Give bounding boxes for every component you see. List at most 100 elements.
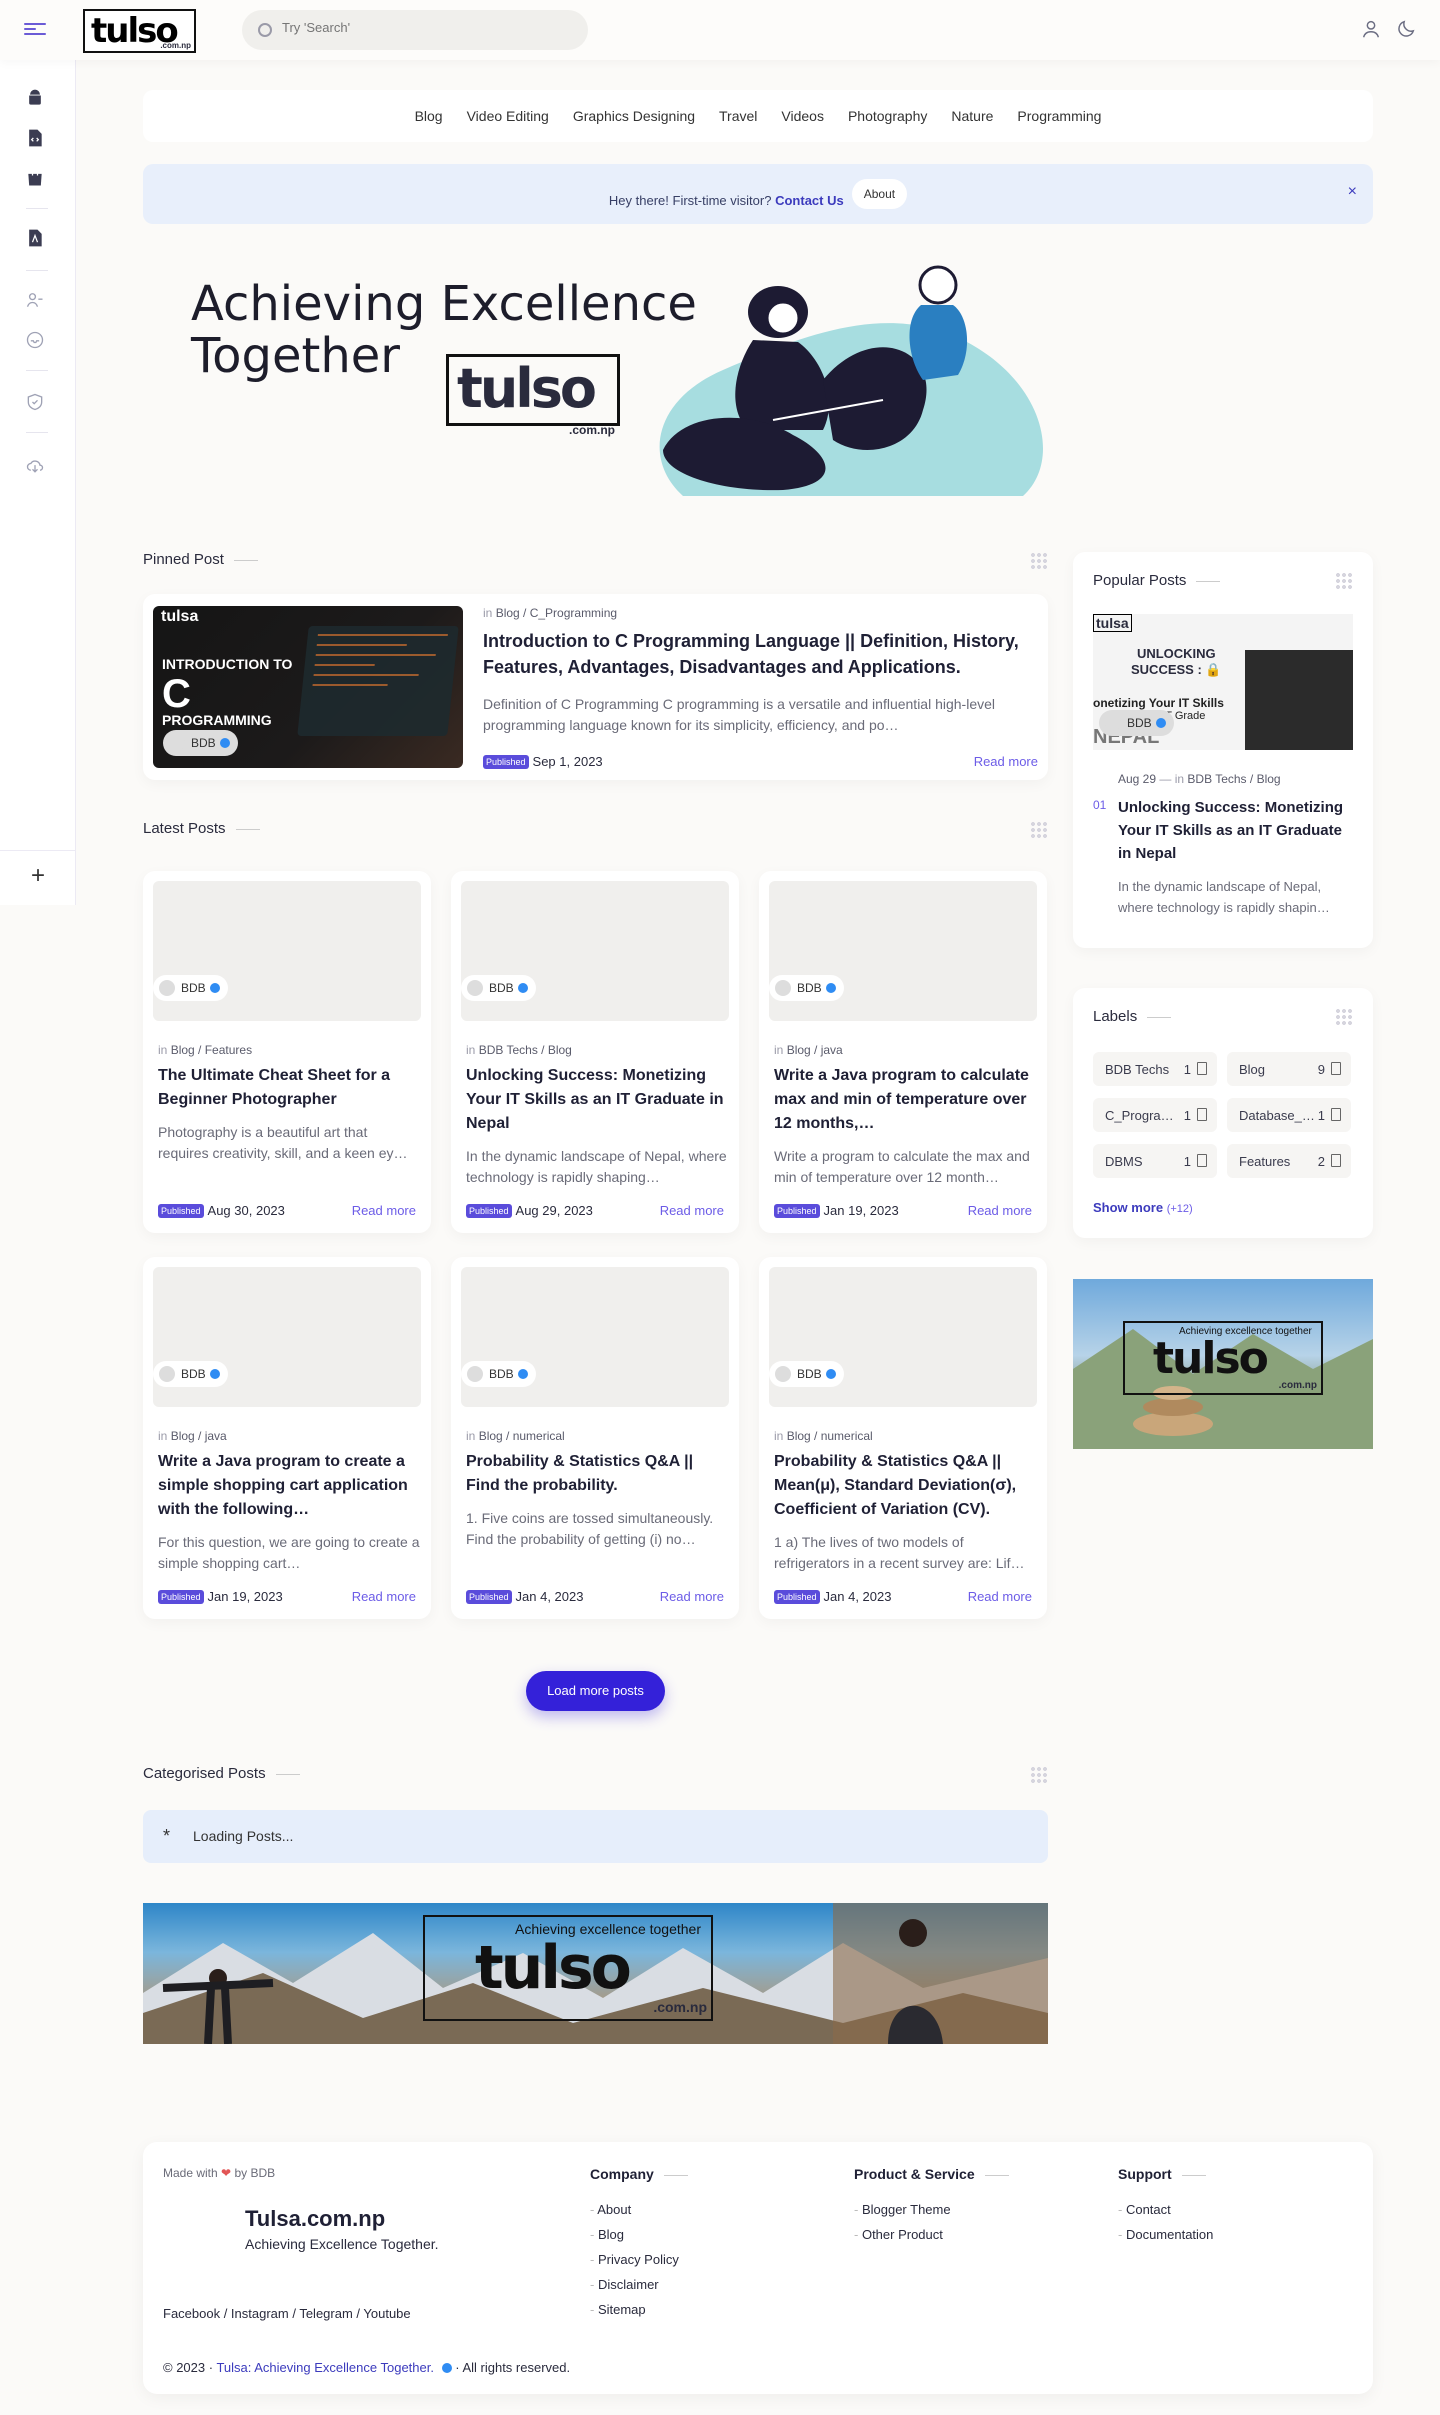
- author-chip[interactable]: BDB: [769, 1361, 844, 1387]
- read-more-link[interactable]: Read more: [974, 754, 1038, 769]
- post-card[interactable]: BDB in BDB Techs / Blog Unlocking Succes…: [451, 871, 739, 1233]
- author-photo: [1245, 650, 1353, 750]
- post-card[interactable]: BDB in Blog / numerical Probability & St…: [451, 1257, 739, 1619]
- pdf-file-icon[interactable]: [25, 228, 45, 248]
- label-item[interactable]: DBMS 1: [1093, 1144, 1217, 1178]
- footer-link[interactable]: About: [590, 2202, 631, 2217]
- post-title[interactable]: Probability & Statistics Q&A || Find the…: [466, 1450, 728, 1498]
- post-title[interactable]: The Ultimate Cheat Sheet for a Beginner …: [158, 1064, 420, 1112]
- read-more-link[interactable]: Read more: [352, 1589, 416, 1604]
- label-item[interactable]: Blog 9: [1227, 1052, 1351, 1086]
- about-button[interactable]: About: [851, 179, 908, 209]
- verified-icon: [517, 983, 528, 993]
- drag-handle-icon[interactable]: [1030, 552, 1048, 570]
- author-chip[interactable]: BDB: [153, 975, 228, 1001]
- drag-handle-icon[interactable]: [1030, 821, 1048, 839]
- author-chip[interactable]: BDB: [163, 730, 238, 756]
- footer-link[interactable]: Contact: [1118, 2202, 1171, 2217]
- drag-handle-icon[interactable]: [1335, 1008, 1353, 1026]
- code-file-icon[interactable]: [25, 128, 45, 148]
- copyright: © 2023 · Tulsa: Achieving Excellence Tog…: [163, 2360, 571, 2375]
- footer-link[interactable]: Blogger Theme: [854, 2202, 951, 2217]
- user-icon[interactable]: [1360, 18, 1382, 40]
- contact-us-link[interactable]: Contact Us: [775, 193, 844, 208]
- inbox-icon[interactable]: [25, 330, 45, 350]
- search-box[interactable]: [242, 10, 588, 50]
- nav-item[interactable]: Nature: [951, 108, 993, 124]
- site-logo[interactable]: tulso .com.np: [83, 9, 196, 53]
- post-excerpt: For this question, we are going to creat…: [158, 1534, 420, 1571]
- author-chip[interactable]: BDB: [461, 975, 536, 1001]
- post-thumbnail[interactable]: tulsa INTRODUCTION TO C PROGRAMMING BDB: [153, 606, 463, 768]
- author-chip[interactable]: BDB: [153, 1361, 228, 1387]
- nav-item[interactable]: Blog: [415, 108, 443, 124]
- side-ad-banner[interactable]: Achieving excellence together tulso .com…: [1073, 1279, 1373, 1449]
- post-excerpt: Definition of C Programming C programmin…: [483, 696, 996, 733]
- label-item[interactable]: BDB Techs 1: [1093, 1052, 1217, 1086]
- label-item[interactable]: Features 2: [1227, 1144, 1351, 1178]
- post-thumbnail[interactable]: tulsa UNLOCKING SUCCESS : 🔒 onetizing You…: [1093, 614, 1353, 750]
- made-with-text: Made with ❤ by BDB: [163, 2166, 276, 2180]
- drag-handle-icon[interactable]: [1335, 572, 1353, 590]
- footer-site-name[interactable]: Tulsa.com.np: [245, 2206, 385, 2232]
- post-card[interactable]: BDB in Blog / java Write a Java program …: [759, 871, 1047, 1233]
- post-title[interactable]: Unlocking Success: Monetizing Your IT Sk…: [466, 1064, 728, 1136]
- label-item[interactable]: Database_… 1: [1227, 1098, 1351, 1132]
- post-card[interactable]: BDB in Blog / Features The Ultimate Chea…: [143, 871, 431, 1233]
- nav-item[interactable]: Programming: [1017, 108, 1101, 124]
- read-more-link[interactable]: Read more: [660, 1589, 724, 1604]
- copyright-link[interactable]: Tulsa: Achieving Excellence Together.: [216, 2360, 434, 2375]
- labels-widget: Labels BDB Techs 1 Blog 9 C_Progra… 1 Datab…: [1073, 988, 1373, 1238]
- shopping-bag-icon[interactable]: [25, 168, 45, 188]
- bookmark-icon: [1331, 1154, 1341, 1167]
- load-more-button[interactable]: Load more posts: [526, 1671, 665, 1711]
- read-more-link[interactable]: Read more: [968, 1589, 1032, 1604]
- nav-item[interactable]: Photography: [848, 108, 927, 124]
- post-title[interactable]: Unlocking Success: Monetizing Your IT Sk…: [1118, 796, 1358, 865]
- hero-banner[interactable]: Achieving Excellence Together tulso .com.n…: [143, 250, 1063, 496]
- footer-link[interactable]: Sitemap: [590, 2302, 646, 2317]
- footer-link[interactable]: Documentation: [1118, 2227, 1213, 2242]
- nav-item[interactable]: Video Editing: [467, 108, 549, 124]
- pinned-post[interactable]: tulsa INTRODUCTION TO C PROGRAMMING BDB …: [143, 594, 1048, 780]
- footer-link[interactable]: Blog: [590, 2227, 624, 2242]
- read-more-link[interactable]: Read more: [352, 1203, 416, 1218]
- author-chip[interactable]: BDB: [1099, 710, 1174, 736]
- add-button[interactable]: +: [0, 850, 76, 905]
- users-icon[interactable]: [25, 290, 45, 310]
- read-more-link[interactable]: Read more: [968, 1203, 1032, 1218]
- show-more-link[interactable]: Show more (+12): [1093, 1200, 1193, 1215]
- footer-link[interactable]: Privacy Policy: [590, 2252, 679, 2267]
- post-excerpt: Write a program to calculate the max and…: [774, 1148, 1030, 1185]
- post-title[interactable]: Probability & Statistics Q&A || Mean(μ),…: [774, 1450, 1036, 1522]
- status-badge: Published: [466, 1590, 512, 1604]
- footer-link[interactable]: Other Product: [854, 2227, 943, 2242]
- post-card[interactable]: BDB in Blog / java Write a Java program …: [143, 1257, 431, 1619]
- nav-item[interactable]: Videos: [781, 108, 824, 124]
- read-more-link[interactable]: Read more: [660, 1203, 724, 1218]
- rail-divider: [26, 370, 48, 371]
- verified-icon: [209, 1369, 220, 1379]
- cloud-download-icon[interactable]: [25, 456, 45, 476]
- nav-item[interactable]: Travel: [719, 108, 757, 124]
- post-title[interactable]: Write a Java program to calculate max an…: [774, 1064, 1036, 1136]
- wide-ad-banner[interactable]: Achieving excellence together tulso .com…: [143, 1903, 1048, 2044]
- social-links[interactable]: Facebook / Instagram / Telegram / Youtub…: [163, 2306, 411, 2321]
- close-icon[interactable]: ×: [1348, 183, 1357, 201]
- post-title[interactable]: Introduction to C Programming Language |…: [483, 628, 1033, 680]
- label-item[interactable]: C_Progra… 1: [1093, 1098, 1217, 1132]
- drag-handle-icon[interactable]: [1030, 1766, 1048, 1784]
- nav-item[interactable]: Graphics Designing: [573, 108, 695, 124]
- dark-mode-icon[interactable]: [1395, 18, 1417, 40]
- bookmark-icon: [1197, 1062, 1207, 1075]
- author-chip[interactable]: BDB: [769, 975, 844, 1001]
- post-title[interactable]: Write a Java program to create a simple …: [158, 1450, 420, 1522]
- menu-icon[interactable]: [24, 20, 46, 38]
- android-icon[interactable]: [25, 88, 45, 108]
- footer-link[interactable]: Disclaimer: [590, 2277, 659, 2292]
- bookmark-icon: [1197, 1154, 1207, 1167]
- search-input[interactable]: [282, 20, 572, 35]
- author-chip[interactable]: BDB: [461, 1361, 536, 1387]
- shield-icon[interactable]: [25, 392, 45, 412]
- post-card[interactable]: BDB in Blog / numerical Probability & St…: [759, 1257, 1047, 1619]
